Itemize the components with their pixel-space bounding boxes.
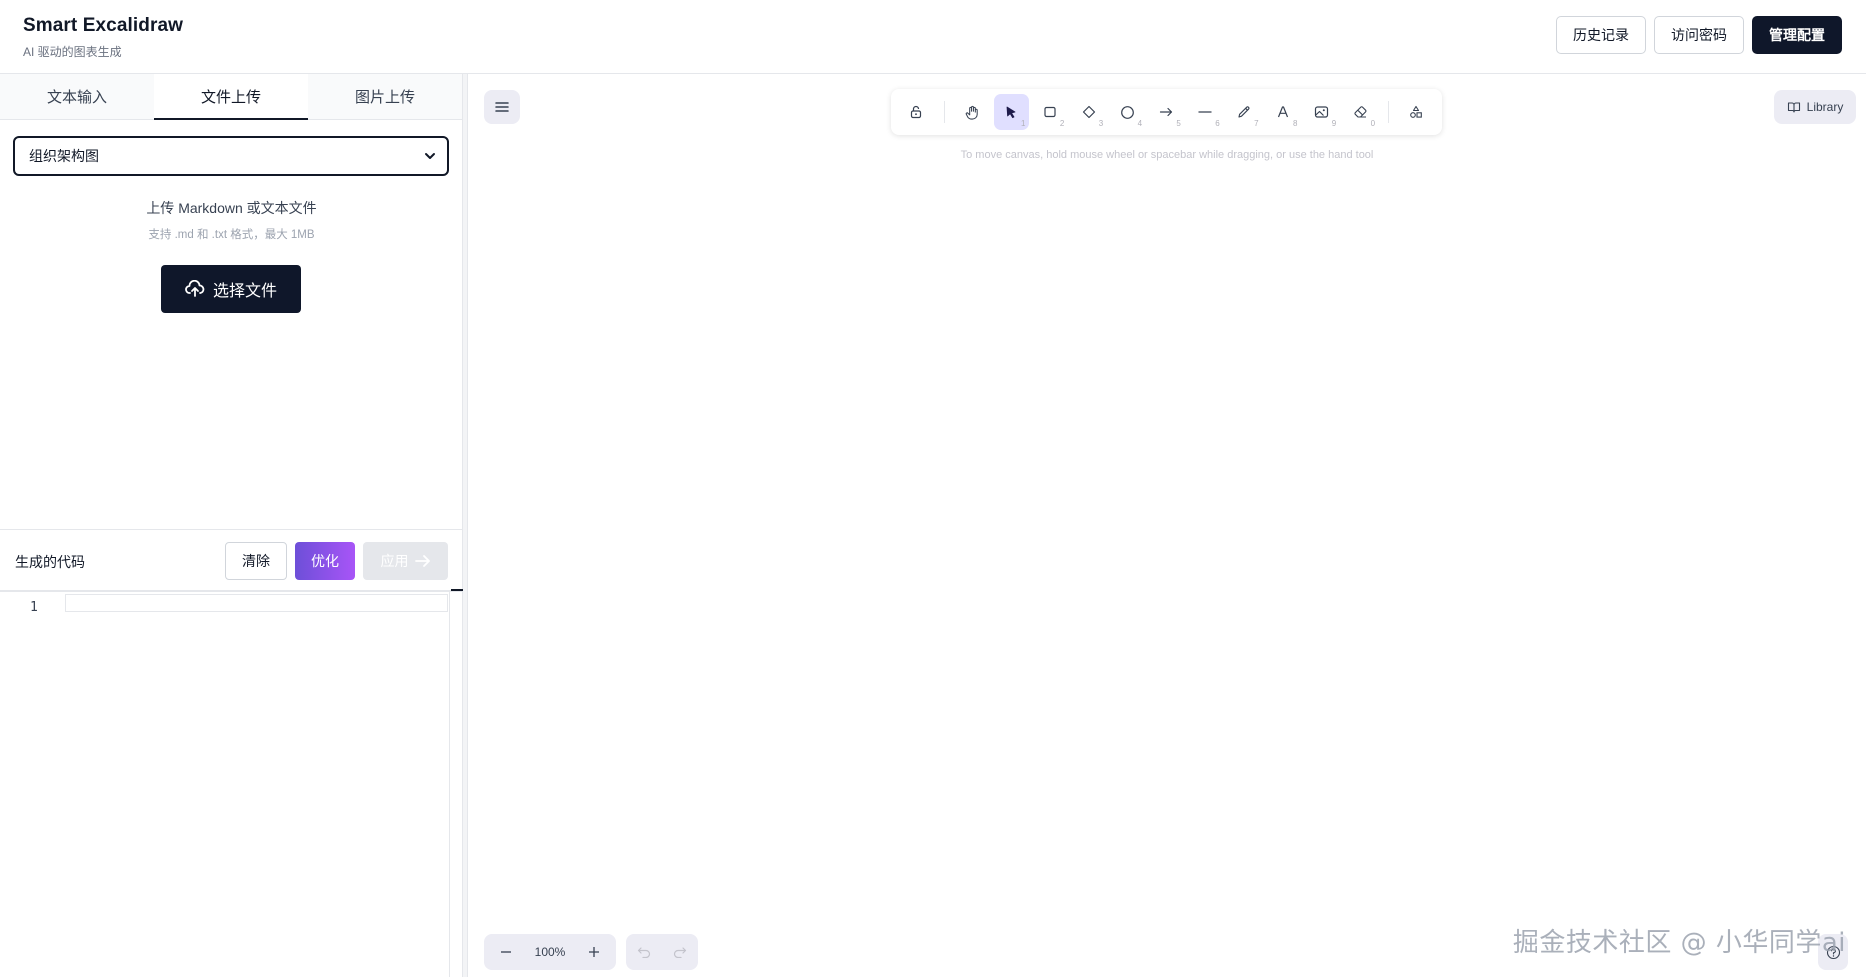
tab-text-input[interactable]: 文本输入 — [0, 74, 154, 119]
rectangle-tool[interactable]: 2 — [1033, 94, 1068, 130]
tool-shortcut: 0 — [1370, 119, 1376, 128]
apply-label: 应用 — [380, 553, 409, 569]
redo-button[interactable] — [667, 939, 693, 965]
header-actions: 历史记录 访问密码 管理配置 — [1556, 16, 1842, 54]
apply-button[interactable]: 应用 — [363, 542, 448, 580]
lock-icon — [911, 105, 922, 119]
cloud-upload-icon — [185, 280, 205, 297]
undo-button[interactable] — [631, 939, 657, 965]
app-header: Smart Excalidraw AI 驱动的图表生成 历史记录 访问密码 管理… — [0, 0, 1866, 74]
library-label: Library — [1806, 100, 1844, 114]
excalidraw-canvas[interactable]: 1 2 3 4 5 6 7 8 9 0 To move canvas, hold… — [468, 74, 1866, 977]
lock-tool[interactable] — [899, 94, 934, 130]
app-title: Smart Excalidraw — [23, 15, 184, 36]
chevron-down-icon — [425, 153, 435, 159]
diamond-tool[interactable]: 3 — [1071, 94, 1106, 130]
hand-tool[interactable] — [955, 94, 990, 130]
eraser-tool[interactable]: 0 — [1343, 94, 1378, 130]
diamond-icon — [1082, 105, 1095, 119]
code-toolbar: 生成的代码 清除 优化 应用 — [0, 529, 463, 592]
input-panel: 文本输入 文件上传 图片上传 组织架构图 上传 Markdown 或文本文件 支… — [0, 74, 463, 977]
choose-file-button[interactable]: 选择文件 — [161, 265, 301, 313]
tool-shortcut: 3 — [1098, 119, 1104, 128]
main-menu-button[interactable] — [484, 90, 520, 124]
image-icon — [1315, 106, 1329, 118]
tab-image-upload[interactable]: 图片上传 — [308, 74, 462, 119]
shapes-icon — [1410, 105, 1423, 118]
text-tool[interactable]: 8 — [1266, 94, 1301, 130]
image-tool[interactable]: 9 — [1304, 94, 1339, 130]
current-line-highlight — [65, 594, 448, 612]
ellipse-tool[interactable]: 4 — [1110, 94, 1145, 130]
library-button[interactable]: Library — [1774, 90, 1856, 124]
arrow-icon — [1159, 107, 1173, 117]
hand-icon — [965, 105, 978, 120]
code-editor[interactable]: 1 — [0, 589, 463, 977]
pointer-icon — [1006, 106, 1016, 119]
toolbar-divider — [1388, 101, 1390, 123]
arrow-right-icon — [414, 555, 430, 567]
diagram-type-select[interactable]: 组织架构图 — [13, 136, 449, 176]
choose-file-label: 选择文件 — [212, 283, 277, 300]
tool-shortcut: 6 — [1215, 119, 1220, 128]
shape-toolbar: 1 2 3 4 5 6 7 8 9 0 — [891, 89, 1442, 135]
draw-tool[interactable]: 7 — [1227, 94, 1262, 130]
admin-config-button[interactable]: 管理配置 — [1752, 16, 1842, 54]
canvas-hint: To move canvas, hold mouse wheel or spac… — [960, 149, 1374, 161]
tool-shortcut: 7 — [1254, 119, 1259, 128]
tool-shortcut: 8 — [1292, 119, 1298, 128]
more-shapes-tool[interactable] — [1399, 94, 1434, 130]
editor-scrollbar[interactable] — [449, 592, 463, 977]
access-password-button[interactable]: 访问密码 — [1654, 16, 1744, 54]
undo-icon — [637, 947, 651, 958]
app-subtitle: AI 驱动的图表生成 — [23, 45, 122, 59]
tool-shortcut: 2 — [1059, 119, 1065, 128]
editor-cursor-marker — [451, 589, 463, 591]
input-tabs: 文本输入 文件上传 图片上传 — [0, 74, 462, 120]
minus-icon — [501, 951, 511, 953]
zoom-controls: 100% — [484, 934, 616, 970]
rectangle-icon — [1044, 106, 1056, 118]
text-icon — [1277, 106, 1289, 118]
generated-code-label: 生成的代码 — [15, 554, 85, 570]
upload-title: 上传 Markdown 或文本文件 — [146, 200, 317, 216]
watermark: 掘金技术社区 @ 小华同学ai — [1512, 928, 1846, 958]
undo-redo-controls — [626, 934, 698, 970]
zoom-out-button[interactable] — [492, 938, 520, 966]
tool-shortcut: 1 — [1021, 119, 1026, 128]
line-number: 1 — [30, 600, 38, 615]
optimize-button[interactable]: 优化 — [295, 542, 355, 580]
book-icon — [1787, 102, 1800, 113]
zoom-level[interactable]: 100% — [535, 945, 566, 959]
arrow-tool[interactable]: 5 — [1149, 94, 1184, 130]
hamburger-menu-icon — [495, 102, 509, 112]
tool-shortcut: 9 — [1331, 119, 1337, 128]
selection-tool[interactable]: 1 — [993, 94, 1029, 130]
pencil-icon — [1238, 106, 1250, 118]
plus-icon — [588, 947, 599, 957]
eraser-icon — [1354, 106, 1367, 118]
tab-file-upload[interactable]: 文件上传 — [154, 74, 308, 120]
upload-hint: 支持 .md 和 .txt 格式，最大 1MB — [148, 229, 315, 241]
redo-icon — [673, 947, 687, 958]
tool-shortcut: 4 — [1137, 119, 1143, 128]
diagram-type-value: 组织架构图 — [29, 148, 99, 164]
line-icon — [1198, 111, 1212, 113]
clear-button[interactable]: 清除 — [225, 542, 287, 580]
brand: Smart Excalidraw AI 驱动的图表生成 — [23, 15, 183, 60]
zoom-in-button[interactable] — [580, 938, 608, 966]
history-button[interactable]: 历史记录 — [1556, 16, 1646, 54]
tool-shortcut: 5 — [1176, 119, 1181, 128]
toolbar-divider — [943, 101, 945, 123]
ellipse-icon — [1121, 105, 1135, 119]
line-tool[interactable]: 6 — [1188, 94, 1223, 130]
